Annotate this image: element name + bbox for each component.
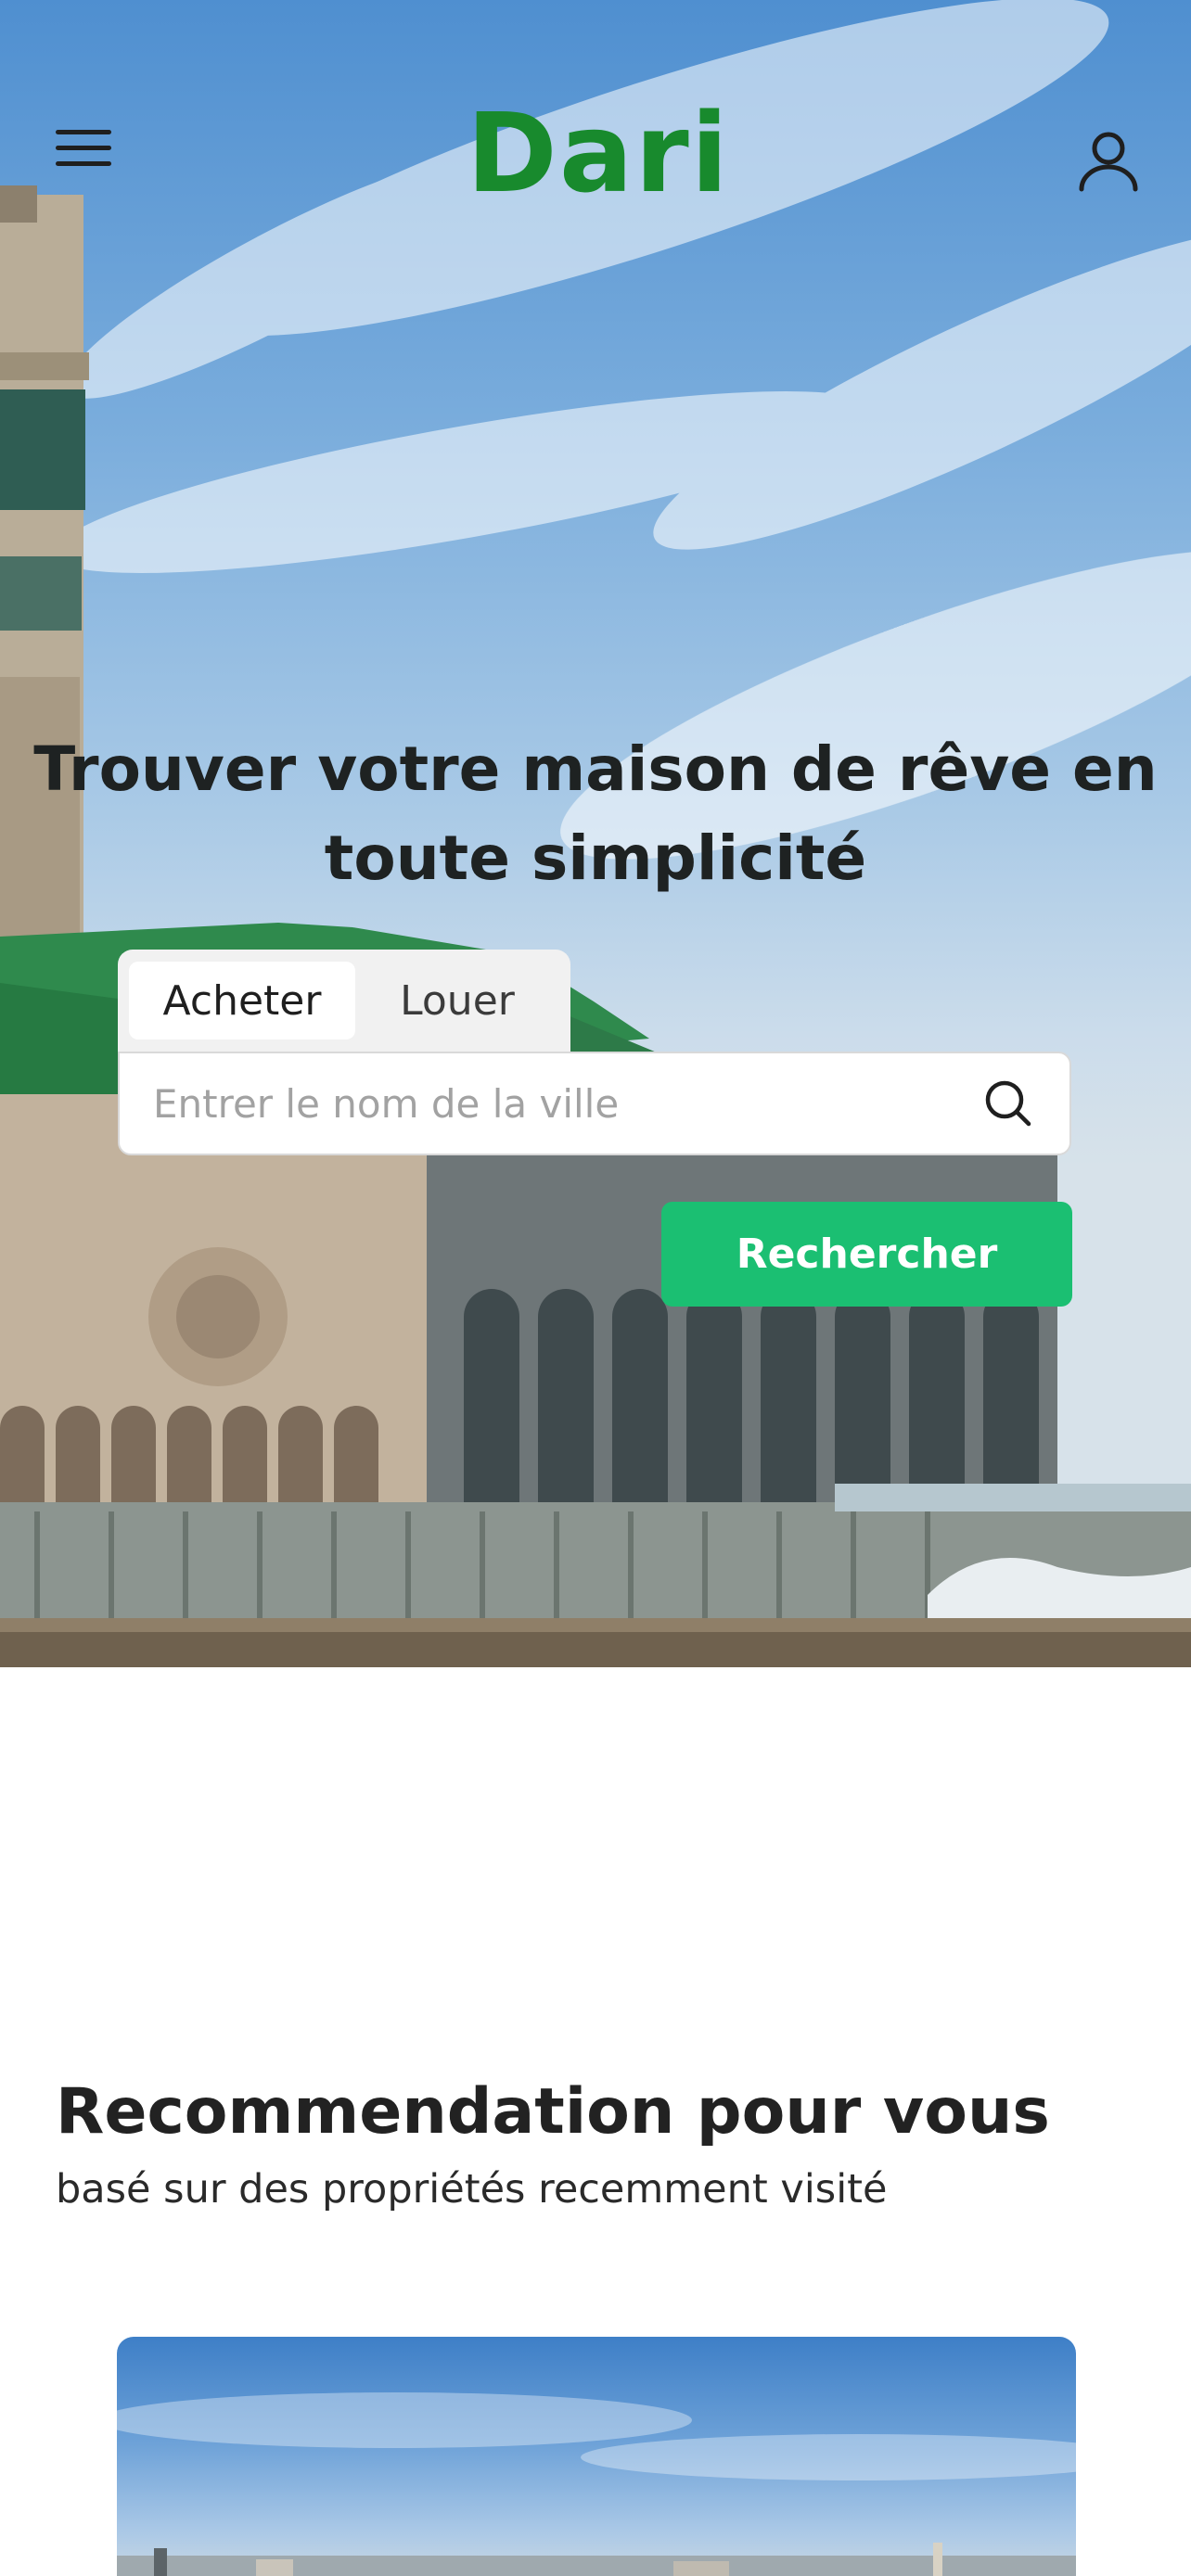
hamburger-menu-icon bbox=[56, 130, 111, 166]
recommendations-title: Recommendation pour vous bbox=[56, 2075, 1050, 2149]
city-search-box bbox=[118, 1052, 1071, 1155]
property-card-image bbox=[117, 2392, 1076, 2576]
page: Dari Trouver votre maison de rêve en tou… bbox=[0, 0, 1191, 2576]
hero-title: Trouver votre maison de rêve en toute si… bbox=[33, 733, 1158, 894]
property-card[interactable] bbox=[117, 2337, 1076, 2576]
search-button[interactable]: Rechercher bbox=[661, 1202, 1072, 1307]
city-search-input[interactable] bbox=[153, 1080, 980, 1127]
user-profile-button[interactable] bbox=[1057, 109, 1159, 211]
menu-button[interactable] bbox=[37, 102, 130, 195]
search-icon[interactable] bbox=[980, 1076, 1036, 1131]
tab-acheter[interactable]: Acheter bbox=[129, 962, 355, 1039]
recommendations-subtitle: basé sur des propriétés recemment visité bbox=[56, 2166, 888, 2213]
hero-section: Dari Trouver votre maison de rêve en tou… bbox=[0, 0, 1191, 1667]
tab-louer[interactable]: Louer bbox=[355, 962, 559, 1039]
dari-logo[interactable]: Dari bbox=[467, 89, 728, 217]
listing-type-tabs: Acheter Louer bbox=[118, 950, 570, 1052]
user-profile-icon bbox=[1079, 132, 1138, 192]
